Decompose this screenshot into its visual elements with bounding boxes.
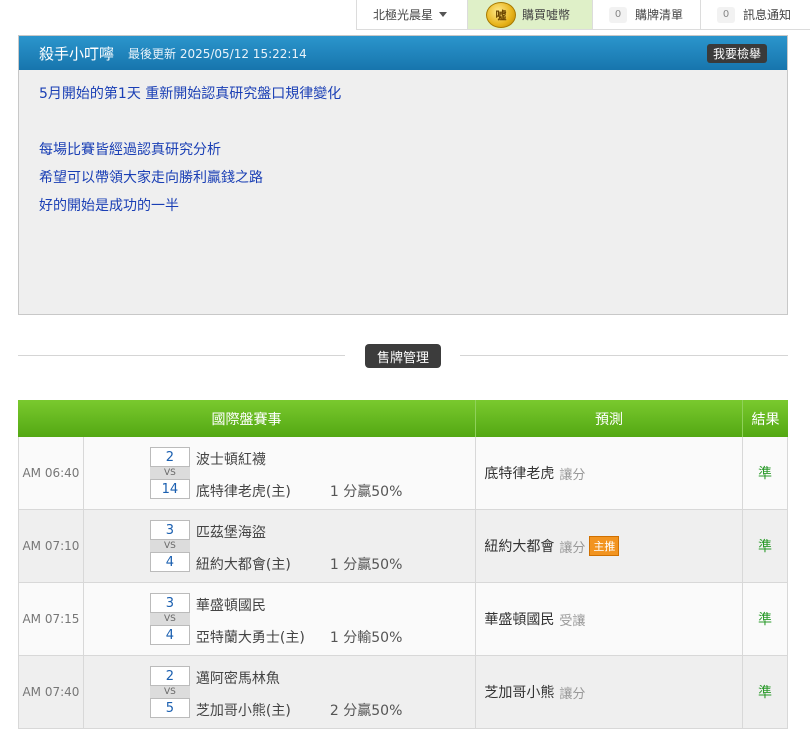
home-score: 5 [149, 698, 190, 718]
vs-label: VS [149, 686, 190, 698]
home-team: 紐約大都會(主) [195, 557, 291, 573]
match-cell: 3 VS 4 匹茲堡海盜 紐約大都會(主) 1 分贏50% [84, 510, 477, 582]
prediction-team: 紐約大都會 [484, 539, 555, 555]
handicap-odds: 1 分贏50% [329, 557, 403, 573]
away-score: 2 [149, 447, 190, 467]
top-bar: 北極光晨星 噓 購買噓幣 0 購牌清單 0 訊息通知 [0, 0, 810, 30]
sales-management-label[interactable]: 售牌管理 [365, 344, 441, 368]
header-result: 結果 [751, 411, 780, 428]
home-team: 芝加哥小熊(主) [195, 703, 291, 719]
result-cell: 準 [758, 685, 773, 701]
vs-label: VS [149, 613, 190, 625]
last-updated: 最後更新 2025/05/12 15:22:14 [128, 46, 307, 61]
header-prediction: 預測 [476, 400, 743, 437]
match-cell: 3 VS 4 華盛頓國民 亞特蘭大勇士(主) 1 分輸50% [84, 583, 477, 655]
handicap-odds: 1 分輸50% [329, 630, 403, 646]
prediction-team: 芝加哥小熊 [484, 685, 555, 701]
table-row: AM 06:40 2 VS 14 波士頓紅襪 底特律老虎(主) 1 分贏50% … [18, 437, 788, 510]
away-team: 匹茲堡海盜 [195, 525, 266, 541]
article-line: 好的開始是成功的一半 [39, 198, 179, 214]
away-team: 邁阿密馬林魚 [195, 671, 280, 687]
author-name[interactable]: 殺手小叮嚀 [39, 43, 114, 64]
result-cell: 準 [758, 466, 773, 482]
prediction-type: 讓分 [559, 686, 586, 702]
game-time: AM 06:40 [19, 437, 84, 509]
purchase-list-label: 購牌清單 [635, 8, 684, 22]
prediction-cell: 紐約大都會 讓分 主推 [476, 510, 744, 582]
article-header: 殺手小叮嚀 最後更新 2025/05/12 15:22:14 我要檢舉 [19, 36, 787, 70]
prediction-type: 讓分 [559, 467, 586, 483]
purchase-list-link[interactable]: 0 購牌清單 [592, 0, 700, 30]
game-time: AM 07:10 [19, 510, 84, 582]
match-cell: 2 VS 14 波士頓紅襪 底特律老虎(主) 1 分贏50% [84, 437, 477, 509]
article-line: 每場比賽皆經過認真研究分析 [39, 142, 221, 158]
buy-coin-label: 購買噓幣 [522, 8, 571, 22]
prediction-cell: 芝加哥小熊 讓分 [476, 656, 744, 728]
home-score: 4 [149, 552, 190, 572]
section-divider: 售牌管理 [18, 344, 788, 368]
away-score: 3 [149, 520, 190, 540]
article-body: 5月開始的第1天 重新開始認真研究盤口規律變化 每場比賽皆經過認真研究分析 希望… [19, 70, 787, 230]
notifications-count: 0 [717, 6, 735, 23]
prediction-cell: 華盛頓國民 受讓 [476, 583, 744, 655]
vs-label: VS [149, 540, 190, 552]
match-cell: 2 VS 5 邁阿密馬林魚 芝加哥小熊(主) 2 分贏50% [84, 656, 477, 728]
coin-icon: 噓 [486, 1, 516, 28]
header-event: 國際盤賽事 [18, 400, 476, 437]
picks-table: 國際盤賽事 預測 結果 AM 06:40 2 VS 14 波士頓紅襪 底特律老虎… [18, 400, 788, 729]
caret-down-icon [439, 12, 448, 17]
home-score: 4 [149, 625, 190, 645]
featured-badge: 主推 [589, 536, 620, 556]
result-cell: 準 [758, 612, 773, 628]
notifications-link[interactable]: 0 訊息通知 [700, 0, 810, 30]
away-team: 華盛頓國民 [195, 598, 266, 614]
prediction-team: 華盛頓國民 [484, 612, 555, 628]
article-line: 5月開始的第1天 重新開始認真研究盤口規律變化 [39, 86, 342, 102]
home-team: 亞特蘭大勇士(主) [195, 630, 305, 646]
vs-label: VS [149, 467, 190, 479]
game-time: AM 07:40 [19, 656, 84, 728]
article-line: 希望可以帶領大家走向勝利贏錢之路 [39, 170, 263, 186]
article-panel: 殺手小叮嚀 最後更新 2025/05/12 15:22:14 我要檢舉 5月開始… [18, 35, 788, 315]
table-row: AM 07:40 2 VS 5 邁阿密馬林魚 芝加哥小熊(主) 2 分贏50% … [18, 656, 788, 729]
notifications-label: 訊息通知 [743, 8, 792, 22]
away-score: 3 [149, 593, 190, 613]
handicap-odds: 1 分贏50% [329, 484, 403, 500]
game-time: AM 07:15 [19, 583, 84, 655]
user-name: 北極光晨星 [373, 8, 434, 22]
away-score: 2 [149, 666, 190, 686]
table-row: AM 07:10 3 VS 4 匹茲堡海盜 紐約大都會(主) 1 分贏50% 紐… [18, 510, 788, 583]
prediction-team: 底特律老虎 [484, 466, 555, 482]
prediction-type: 讓分 [559, 540, 586, 556]
home-team: 底特律老虎(主) [195, 484, 291, 500]
handicap-odds: 2 分贏50% [329, 703, 403, 719]
prediction-cell: 底特律老虎 讓分 [476, 437, 744, 509]
table-header: 國際盤賽事 預測 結果 [18, 400, 788, 437]
home-score: 14 [149, 479, 190, 499]
away-team: 波士頓紅襪 [195, 452, 266, 468]
article-line [39, 108, 767, 136]
divider-line-right [460, 355, 788, 356]
user-menu[interactable]: 北極光晨星 [356, 0, 467, 30]
result-cell: 準 [758, 539, 773, 555]
divider-line-left [18, 355, 345, 356]
table-row: AM 07:15 3 VS 4 華盛頓國民 亞特蘭大勇士(主) 1 分輸50% … [18, 583, 788, 656]
purchase-list-count: 0 [609, 6, 627, 23]
prediction-type: 受讓 [559, 613, 586, 629]
report-button[interactable]: 我要檢舉 [706, 44, 767, 63]
buy-coin-button[interactable]: 噓 購買噓幣 [467, 0, 592, 30]
